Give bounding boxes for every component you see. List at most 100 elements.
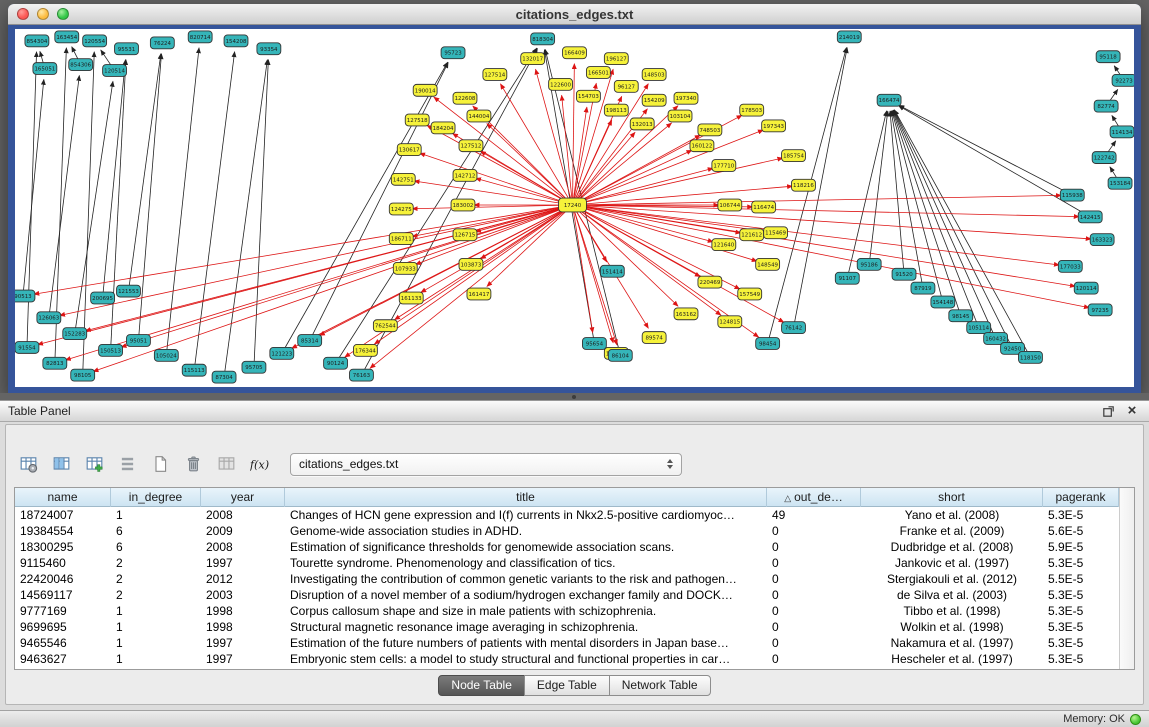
- table-selector[interactable]: citations_edges.txt: [290, 453, 682, 476]
- graph-node[interactable]: 120514: [103, 65, 127, 77]
- graph-node[interactable]: 153184: [1108, 177, 1132, 189]
- new-table-icon[interactable]: [148, 453, 172, 475]
- graph-node[interactable]: 122742: [1092, 152, 1116, 164]
- graph-node[interactable]: 166501: [586, 67, 610, 79]
- tab-edge-table[interactable]: Edge Table: [524, 675, 610, 696]
- graph-node[interactable]: 121612: [740, 229, 764, 241]
- graph-node[interactable]: 93354: [257, 43, 281, 55]
- graph-node[interactable]: 142415: [1078, 211, 1102, 223]
- graph-node[interactable]: 114134: [1110, 126, 1134, 138]
- graph-node[interactable]: 184204: [431, 122, 455, 134]
- column-header-short[interactable]: short: [861, 488, 1043, 507]
- graph-node[interactable]: 95723: [441, 47, 465, 59]
- column-header-pagerank[interactable]: pagerank: [1043, 488, 1119, 507]
- window-titlebar[interactable]: citations_edges.txt: [8, 4, 1141, 25]
- graph-node[interactable]: 196127: [604, 53, 628, 65]
- graph-node[interactable]: 176344: [353, 344, 377, 356]
- graph-node[interactable]: 160122: [690, 140, 714, 152]
- show-columns-icon[interactable]: [49, 453, 73, 475]
- graph-node[interactable]: 178503: [740, 104, 764, 116]
- graph-node[interactable]: 91520: [892, 268, 916, 280]
- graph-node[interactable]: 95531: [115, 43, 139, 55]
- graph-node[interactable]: 120554: [83, 35, 107, 47]
- graph-node[interactable]: 122608: [453, 92, 477, 104]
- graph-node[interactable]: 98145: [949, 310, 973, 322]
- column-header-name[interactable]: name: [15, 488, 111, 507]
- graph-node[interactable]: 854304: [25, 35, 49, 47]
- graph-node[interactable]: 126715: [453, 229, 477, 241]
- graph-node[interactable]: 107933: [393, 262, 417, 274]
- graph-node[interactable]: 163323: [1090, 234, 1114, 246]
- network-graph[interactable]: 17240 184204 122608 127514 132017 166409 19612…: [15, 29, 1134, 387]
- graph-node[interactable]: 96127: [614, 80, 638, 92]
- close-window-button[interactable]: [17, 8, 29, 20]
- graph-node[interactable]: 148549: [756, 258, 780, 270]
- graph-node[interactable]: 98454: [756, 338, 780, 350]
- graph-node[interactable]: 762544: [373, 320, 397, 332]
- graph-node[interactable]: 105024: [154, 349, 178, 361]
- function-builder-icon[interactable]: f(x): [247, 453, 271, 475]
- table-row[interactable]: 946554611997Estimation of the future num…: [15, 635, 1119, 651]
- graph-node[interactable]: 121640: [712, 239, 736, 251]
- graph-node[interactable]: 76142: [782, 322, 806, 334]
- graph-node[interactable]: 177033: [1058, 260, 1082, 272]
- graph-node[interactable]: 154148: [931, 296, 955, 308]
- graph-node[interactable]: 177710: [712, 160, 736, 172]
- graph-node[interactable]: 126063: [37, 312, 61, 324]
- graph-node[interactable]: 150513: [99, 344, 123, 356]
- graph-node[interactable]: 17240: [559, 198, 587, 212]
- graph-node[interactable]: 98105: [71, 369, 95, 381]
- graph-node[interactable]: 95654: [582, 338, 606, 350]
- graph-node[interactable]: 190014: [413, 84, 437, 96]
- table-row[interactable]: 1872400712008Changes of HCN gene express…: [15, 507, 1119, 523]
- table-row[interactable]: 1938455462009Genome-wide association stu…: [15, 523, 1119, 539]
- graph-node[interactable]: 95186: [857, 258, 881, 270]
- graph-node[interactable]: 220469: [698, 276, 722, 288]
- graph-node[interactable]: 82774: [1094, 100, 1118, 112]
- graph-node[interactable]: 127512: [459, 140, 483, 152]
- column-header-out_de[interactable]: △out_de…: [767, 488, 861, 507]
- graph-node[interactable]: 86104: [608, 349, 632, 361]
- graph-node[interactable]: 144004: [467, 110, 491, 122]
- graph-node[interactable]: 161417: [467, 288, 491, 300]
- graph-node[interactable]: 90513: [15, 290, 35, 302]
- table-row[interactable]: 911546021997Tourette syndrome. Phenomeno…: [15, 555, 1119, 571]
- graph-node[interactable]: 214019: [837, 31, 861, 43]
- table-row[interactable]: 977716911998Corpus callosum shape and si…: [15, 603, 1119, 619]
- graph-node[interactable]: 163162: [674, 308, 698, 320]
- graph-node[interactable]: 127514: [483, 69, 507, 81]
- graph-node[interactable]: 95051: [127, 335, 151, 347]
- graph-node[interactable]: 115113: [182, 364, 206, 376]
- close-panel-icon[interactable]: ×: [1123, 403, 1141, 419]
- graph-node[interactable]: 90124: [324, 357, 348, 369]
- graph-node[interactable]: 116474: [752, 201, 776, 213]
- graph-node[interactable]: 200695: [91, 292, 115, 304]
- graph-node[interactable]: 103104: [668, 110, 692, 122]
- graph-node[interactable]: 198113: [604, 104, 628, 116]
- graph-node[interactable]: 130617: [397, 144, 421, 156]
- graph-node[interactable]: 92273: [1112, 74, 1134, 86]
- graph-node[interactable]: 157549: [738, 288, 762, 300]
- graph-node[interactable]: 118216: [792, 179, 816, 191]
- graph-node[interactable]: 186711: [389, 233, 413, 245]
- graph-node[interactable]: 87919: [911, 282, 935, 294]
- graph-node[interactable]: 818304: [531, 33, 555, 45]
- graph-node[interactable]: 854306: [69, 59, 93, 71]
- graph-node[interactable]: 148503: [642, 69, 666, 81]
- graph-node[interactable]: 154208: [224, 35, 248, 47]
- graph-node[interactable]: 132017: [521, 53, 545, 65]
- graph-node[interactable]: 154209: [642, 94, 666, 106]
- graph-node[interactable]: 105114: [967, 322, 991, 334]
- table-mode-icon[interactable]: [16, 453, 40, 475]
- column-header-year[interactable]: year: [201, 488, 285, 507]
- graph-node[interactable]: 197343: [762, 120, 786, 132]
- table-scrollbar[interactable]: [1119, 488, 1134, 669]
- graph-node[interactable]: 91554: [15, 342, 39, 354]
- graph-node[interactable]: 82813: [43, 357, 67, 369]
- graph-node[interactable]: 122600: [549, 78, 573, 90]
- float-panel-icon[interactable]: [1099, 403, 1117, 419]
- graph-node[interactable]: 120114: [1074, 282, 1098, 294]
- graph-node[interactable]: 115938: [1060, 189, 1084, 201]
- graph-node[interactable]: 166409: [563, 47, 587, 59]
- graph-node[interactable]: 118150: [1019, 351, 1043, 363]
